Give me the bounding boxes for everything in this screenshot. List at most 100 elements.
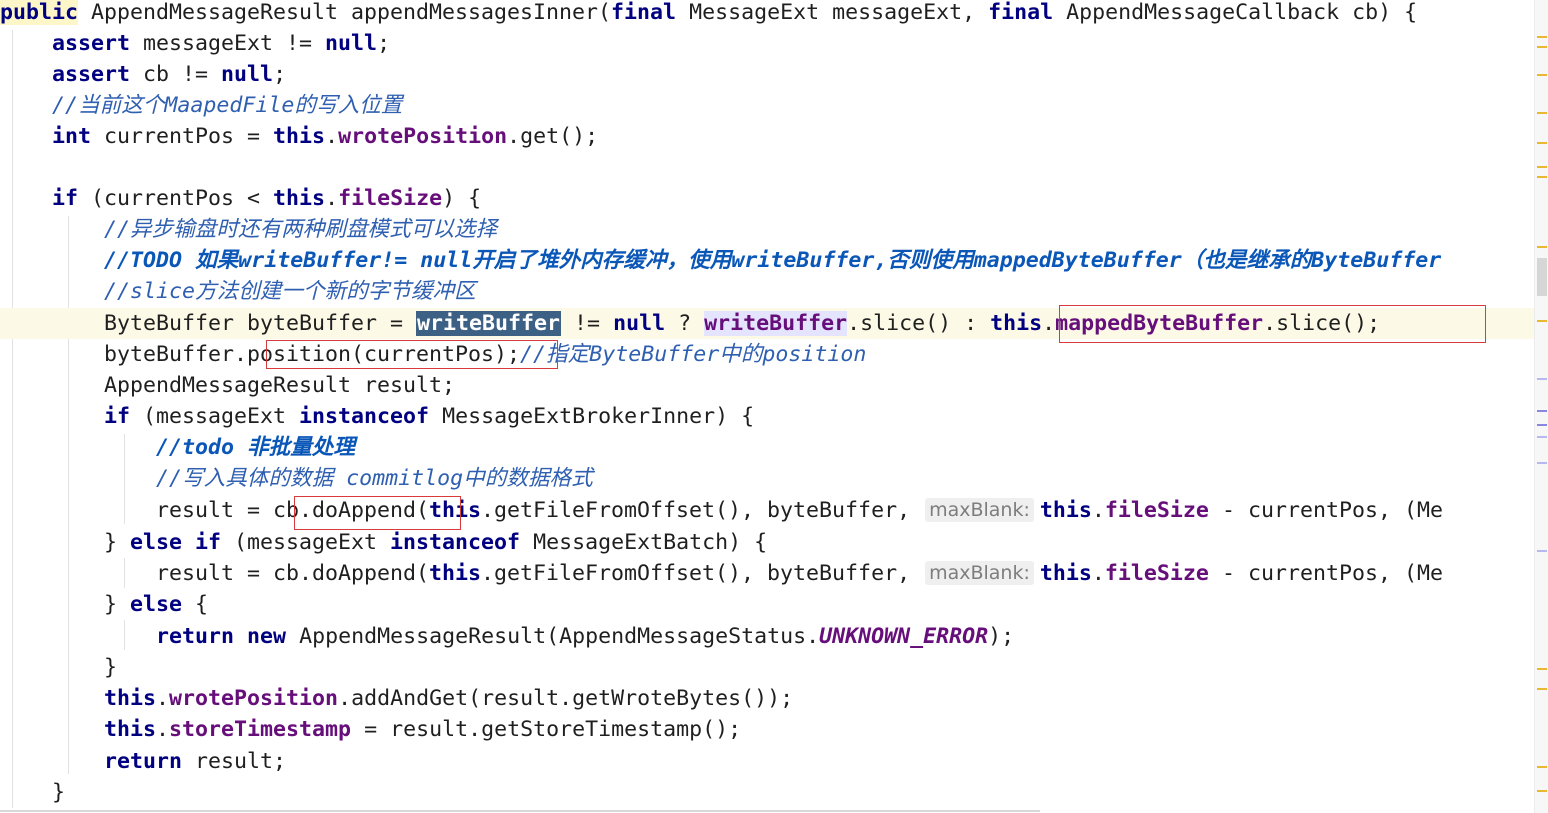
code-text: ) {	[442, 186, 482, 211]
code-token: wrotePosition	[169, 686, 339, 711]
warning-marker[interactable]	[1537, 142, 1547, 144]
code-line-26[interactable]: }	[0, 777, 1535, 808]
warning-marker[interactable]	[1537, 790, 1547, 792]
code-text: ByteBuffer byteBuffer =	[0, 311, 417, 336]
code-token: return	[156, 624, 235, 649]
code-line-7[interactable]: if (currentPos < this.fileSize) {	[0, 183, 1535, 214]
code-line-9[interactable]: //TODO 如果writeBuffer!= null开启了堆外内存缓冲，使用w…	[0, 245, 1535, 276]
usage-marker[interactable]	[1537, 462, 1547, 464]
usage-marker[interactable]	[1537, 424, 1547, 426]
code-line-3[interactable]: assert cb != null;	[0, 59, 1535, 90]
code-text: result = cb.doAppend(	[0, 561, 430, 586]
code-line-17[interactable]: result = cb.doAppend(this.getFileFromOff…	[0, 495, 1535, 526]
code-line-19[interactable]: result = cb.doAppend( this .getFileFromOff…	[0, 558, 1535, 589]
code-line-13[interactable]: AppendMessageResult result;	[0, 370, 1535, 401]
code-text: result = cb.doAppend(	[0, 498, 430, 523]
code-line-5[interactable]: int currentPos = this.wrotePosition.get(…	[0, 121, 1535, 152]
code-token: this	[273, 186, 326, 211]
code-text: .	[325, 186, 339, 211]
code-text: (messageExt	[130, 404, 300, 429]
warning-marker[interactable]	[1537, 176, 1547, 178]
code-line-4[interactable]: //当前这个MaapedFile的写入位置	[0, 90, 1535, 121]
warning-marker[interactable]	[1537, 46, 1547, 48]
code-text: currentPos =	[91, 124, 274, 149]
warning-marker[interactable]	[1537, 766, 1547, 768]
code-text: .	[1091, 561, 1105, 586]
warning-marker[interactable]	[1537, 320, 1547, 322]
code-text: }	[0, 655, 118, 680]
code-token: if	[104, 404, 131, 429]
code-token: writeBuffer	[704, 311, 848, 336]
code-text: AppendMessageResult result;	[0, 373, 456, 398]
code-text: .addAndGet(result.getWroteBytes());	[338, 686, 794, 711]
code-text: ?	[665, 311, 705, 336]
code-line-23[interactable]: this.wrotePosition.addAndGet(result.getW…	[0, 683, 1535, 714]
code-line-8[interactable]: //异步输盘时还有两种刷盘模式可以选择	[0, 214, 1535, 245]
usage-marker[interactable]	[1537, 378, 1547, 380]
code-line-18[interactable]: } else if (messageExt instanceof Message…	[0, 527, 1535, 558]
code-text: AppendMessageCallback cb) {	[1053, 0, 1418, 25]
warning-marker[interactable]	[1537, 246, 1547, 248]
code-line-1[interactable]: public AppendMessageResult appendMessage…	[0, 0, 1535, 28]
code-token: this	[1039, 561, 1092, 586]
code-text: .	[325, 124, 339, 149]
code-line-10[interactable]: //slice方法创建一个新的字节缓冲区	[0, 276, 1535, 307]
code-token: new	[247, 624, 287, 649]
code-token: fileSize	[1104, 561, 1209, 586]
code-token: if	[52, 186, 79, 211]
code-text: );	[988, 624, 1015, 649]
code-text: .getFileFromOffset(), byteBuffer,	[481, 561, 924, 586]
code-token: this	[104, 717, 157, 742]
usage-marker[interactable]	[1537, 410, 1547, 412]
code-line-16[interactable]: //写入具体的数据 commitlog中的数据格式	[0, 463, 1535, 494]
code-token: UNKNOWN_ERROR	[819, 624, 989, 649]
code-editor[interactable]: public AppendMessageResult appendMessage…	[0, 0, 1535, 813]
code-line-15[interactable]: //todo 非批量处理	[0, 432, 1535, 463]
code-text: .slice() :	[847, 311, 991, 336]
code-text: ;	[377, 31, 391, 56]
usage-marker[interactable]	[1537, 436, 1547, 438]
code-line-12[interactable]: byteBuffer.position(currentPos);//指定Byte…	[0, 339, 1535, 370]
code-text: MessageExt messageExt,	[676, 0, 989, 25]
code-token: return	[104, 749, 183, 774]
code-token: this	[104, 686, 157, 711]
code-token: //异步输盘时还有两种刷盘模式可以选择	[104, 217, 498, 242]
warning-marker[interactable]	[1537, 112, 1547, 114]
code-text: - currentPos, (Me	[1208, 498, 1443, 523]
warning-marker[interactable]	[1537, 74, 1547, 76]
code-line-14[interactable]: if (messageExt instanceof MessageExtBrok…	[0, 401, 1535, 432]
code-line-24[interactable]: this.storeTimestamp = result.getStoreTim…	[0, 714, 1535, 745]
code-token: this	[273, 124, 326, 149]
code-line-11[interactable]: ByteBuffer byteBuffer = writeBuffer != n…	[0, 308, 1535, 339]
warning-marker[interactable]	[1537, 668, 1547, 670]
error-stripe-gutter[interactable]	[1534, 0, 1548, 813]
code-line-20[interactable]: } else {	[0, 589, 1535, 620]
code-line-22[interactable]: }	[0, 652, 1535, 683]
warning-marker[interactable]	[1537, 36, 1547, 38]
code-token: null	[325, 31, 378, 56]
code-line-6[interactable]	[0, 152, 1535, 183]
scroll-thumb[interactable]	[1537, 258, 1547, 296]
code-text: cb !=	[130, 62, 222, 87]
warning-marker[interactable]	[1537, 688, 1547, 690]
code-line-2[interactable]: assert messageExt != null;	[0, 28, 1535, 59]
warning-marker[interactable]	[1537, 166, 1547, 168]
horizontal-scrollbar-track[interactable]	[0, 810, 1040, 812]
code-token: wrotePosition	[338, 124, 508, 149]
code-token: null	[221, 62, 274, 87]
code-token: final	[611, 0, 677, 25]
code-line-25[interactable]: return result;	[0, 746, 1535, 777]
code-text: }	[0, 780, 66, 805]
code-line-21[interactable]: return new AppendMessageResult(AppendMes…	[0, 621, 1535, 652]
usage-marker[interactable]	[1537, 550, 1547, 552]
code-text: MessageExtBatch) {	[520, 530, 768, 555]
code-token: this	[429, 498, 482, 523]
